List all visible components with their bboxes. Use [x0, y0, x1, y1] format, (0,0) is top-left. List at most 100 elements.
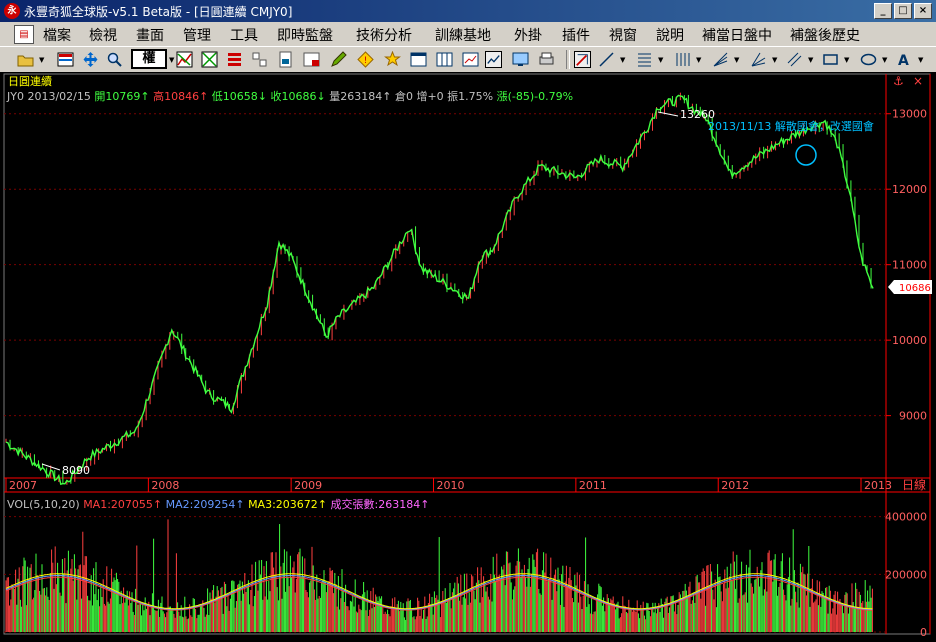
price-tick-label: 12000 — [892, 183, 927, 196]
volume-title: VOL(5,10,20) — [7, 498, 80, 511]
grid-icon[interactable] — [251, 51, 268, 68]
window-tile-icon[interactable] — [410, 51, 427, 68]
close-value: 收10686↓ — [270, 90, 326, 103]
fibonacci-icon[interactable] — [636, 51, 653, 68]
draw-tool-icon[interactable] — [574, 51, 591, 68]
app-window: 永 永豐奇狐全球版-v5.1 Beta版 - [日圓連續 CMJY0] _ □ … — [0, 0, 936, 639]
year-tick-label: 2009 — [294, 479, 322, 492]
channel-icon[interactable] — [786, 51, 803, 68]
menu-bar: ▤ 檔案 檢視 畫面 管理 工具 即時監盤 技術分析 訓練基地 外掛 插件 視窗… — [0, 22, 936, 47]
menu-window[interactable]: 視窗 — [609, 25, 637, 45]
rectangle-icon[interactable] — [822, 51, 839, 68]
document-icon[interactable] — [277, 51, 294, 68]
chart-canvas[interactable]: 9000 10000 11000 12000 13000 2007 2008 2009 201… — [0, 72, 936, 639]
star-icon[interactable] — [384, 51, 401, 68]
menu-plugin-ext[interactable]: 外掛 — [514, 25, 542, 45]
low-label: 8090 — [62, 464, 90, 477]
price-tick-label: 13000 — [892, 108, 927, 121]
menu-manage[interactable]: 管理 — [183, 25, 211, 45]
layout-icon[interactable] — [57, 51, 74, 68]
chevron-down-icon[interactable]: ▼ — [734, 56, 739, 64]
chart-panel[interactable]: 9000 10000 11000 12000 13000 2007 2008 2009 201… — [0, 72, 936, 639]
vertical-lines-icon[interactable] — [674, 51, 691, 68]
fan-lines-icon[interactable] — [712, 51, 729, 68]
chart-window-icon[interactable] — [462, 51, 479, 68]
toolbar-separator — [566, 50, 570, 69]
chevron-down-icon[interactable]: ▼ — [169, 56, 174, 64]
menu-realtime[interactable]: 即時監盤 — [277, 25, 333, 45]
columns-icon[interactable] — [436, 51, 453, 68]
open-folder-icon[interactable] — [17, 51, 34, 68]
line-chart-icon[interactable] — [485, 51, 502, 68]
menu-training[interactable]: 訓練基地 — [435, 25, 491, 45]
close-button[interactable]: × — [914, 3, 932, 19]
search-icon[interactable] — [106, 51, 123, 68]
menu-technical[interactable]: 技術分析 — [356, 25, 412, 45]
volume-tick-label: 0 — [920, 626, 927, 638]
open-value: 開10769↑ — [94, 90, 150, 103]
menu-screen[interactable]: 畫面 — [136, 25, 164, 45]
chevron-down-icon[interactable]: ▼ — [918, 56, 923, 64]
chevron-down-icon[interactable]: ▼ — [620, 56, 625, 64]
menu-history[interactable]: 補盤後歷史 — [790, 25, 860, 45]
chevron-down-icon[interactable]: ▼ — [808, 56, 813, 64]
chevron-down-icon[interactable]: ▼ — [39, 56, 44, 64]
menu-tools[interactable]: 工具 — [230, 25, 258, 45]
list-icon[interactable] — [226, 51, 243, 68]
pen-icon[interactable] — [330, 51, 347, 68]
ellipse-icon[interactable] — [860, 51, 877, 68]
chevron-down-icon[interactable]: ▼ — [844, 56, 849, 64]
x-axis-unit[interactable]: 日線 — [902, 477, 926, 492]
current-price-label: 10686 — [899, 283, 931, 294]
chevron-down-icon[interactable]: ▼ — [772, 56, 777, 64]
low-value: 低10658↓ — [211, 90, 268, 103]
rights-adjust-button[interactable]: 權 — [131, 49, 167, 69]
year-tick-label: 2011 — [579, 479, 607, 492]
volume-tick-label: 200000 — [885, 568, 927, 581]
oi-value: 倉0 — [394, 90, 413, 103]
price-tick-label: 10000 — [892, 334, 927, 347]
close-chart-icon[interactable]: × — [913, 74, 923, 88]
chevron-down-icon[interactable]: ▼ — [658, 56, 663, 64]
menu-view[interactable]: 檢視 — [89, 25, 117, 45]
document-icon[interactable]: ▤ — [14, 25, 34, 44]
symbol-date: JY0 2013/02/15 — [7, 90, 91, 103]
print-icon[interactable] — [538, 51, 555, 68]
minimize-button[interactable]: _ — [874, 3, 892, 19]
menu-intraday[interactable]: 補當日盤中 — [702, 25, 772, 45]
chevron-down-icon[interactable]: ▼ — [696, 56, 701, 64]
volume-total: 成交張數:263184↑ — [330, 498, 430, 511]
change-value: 漲(-85)-0.79% — [496, 90, 574, 103]
trend-line-icon[interactable] — [598, 51, 615, 68]
chart-cross-icon[interactable] — [201, 51, 218, 68]
oi-change-value: 增+0 — [416, 90, 444, 103]
menu-addons[interactable]: 插件 — [562, 25, 590, 45]
chevron-down-icon[interactable]: ▼ — [882, 56, 887, 64]
svg-text:!: ! — [364, 56, 368, 66]
gann-icon[interactable] — [750, 51, 767, 68]
report-icon[interactable] — [303, 51, 320, 68]
volume-value: 量263184↑ — [329, 90, 392, 103]
text-tool-icon[interactable]: A — [896, 51, 913, 68]
warning-icon[interactable]: ! — [357, 51, 374, 68]
year-tick-label: 2007 — [9, 479, 37, 492]
monitor-icon[interactable] — [512, 51, 529, 68]
price-series-line — [5, 94, 874, 486]
event-circle[interactable] — [795, 144, 817, 166]
maximize-button[interactable]: □ — [894, 3, 912, 19]
year-tick-label: 2008 — [151, 479, 179, 492]
svg-text:A: A — [898, 53, 909, 68]
price-tick-label: 9000 — [899, 410, 927, 423]
quote-info-line: JY0 2013/02/15 開10769↑ 高10846↑ 低10658↓ 收… — [7, 88, 573, 104]
move-arrows-icon[interactable] — [82, 51, 99, 68]
menu-file[interactable]: 檔案 — [43, 25, 71, 45]
anchor-icon[interactable]: ⚓ — [893, 74, 904, 88]
fox-logo-icon: 永 — [4, 3, 20, 19]
high-value: 高10846↑ — [153, 90, 209, 103]
volume-ma2: MA2:209254↑ — [165, 498, 245, 511]
title-bar[interactable]: 永 永豐奇狐全球版-v5.1 Beta版 - [日圓連續 CMJY0] _ □ … — [0, 0, 936, 22]
panel-border — [3, 73, 931, 635]
year-tick-label: 2013 — [864, 479, 892, 492]
menu-help[interactable]: 說明 — [656, 25, 684, 45]
chart-red-icon[interactable] — [176, 51, 193, 68]
